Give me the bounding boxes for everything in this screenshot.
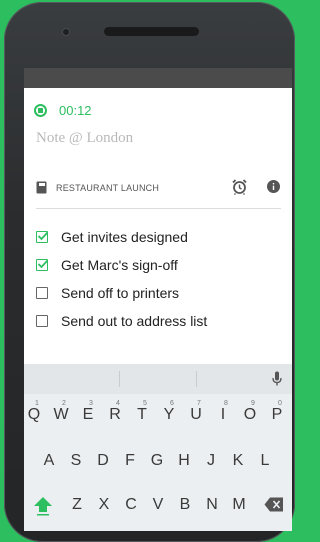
list-item[interactable]: Get Marc's sign-off	[36, 254, 178, 276]
key-q[interactable]: Q1	[24, 400, 46, 424]
backspace-icon[interactable]	[264, 497, 284, 512]
key-x[interactable]: X	[92, 496, 116, 514]
list-item-label: Send out to address list	[61, 313, 208, 329]
key-c[interactable]: C	[119, 496, 143, 514]
notebook-row[interactable]: RESTAURANT LAUNCH	[36, 179, 282, 199]
key-d[interactable]: D	[91, 452, 115, 470]
key-k[interactable]: K	[226, 452, 250, 470]
key-f[interactable]: F	[118, 452, 142, 470]
key-y[interactable]: Y6	[157, 400, 181, 424]
key-j[interactable]: J	[199, 452, 223, 470]
key-e[interactable]: E3	[76, 400, 100, 424]
divider	[36, 208, 281, 209]
keyboard-row-2: A S D F G H J K L	[24, 448, 292, 478]
key-p[interactable]: P0	[265, 400, 289, 424]
key-n[interactable]: N	[200, 496, 224, 514]
info-icon[interactable]	[267, 180, 280, 193]
list-item[interactable]: Send off to printers	[36, 282, 179, 304]
stop-icon[interactable]	[34, 103, 47, 117]
list-item-label: Send off to printers	[61, 285, 180, 301]
earpiece-speaker	[104, 27, 199, 36]
key-g[interactable]: G	[145, 452, 169, 470]
shift-icon[interactable]	[32, 496, 54, 516]
suggestion-bar[interactable]	[24, 364, 292, 394]
alarm-icon[interactable]	[232, 179, 247, 195]
list-item[interactable]: Get invites designed	[36, 226, 188, 248]
timer-row: 00:12	[34, 101, 92, 119]
suggestion-divider	[196, 371, 197, 387]
key-u[interactable]: U7	[184, 400, 208, 424]
key-a[interactable]: A	[37, 452, 61, 470]
keyboard-row-3: Z X C V B N M	[24, 492, 292, 522]
notebook-name: RESTAURANT LAUNCH	[56, 183, 160, 193]
keyboard: Q1 W2 E3 R4 T5 Y6 U7 I8 O9 P0 A S D F G …	[24, 364, 292, 531]
keyboard-row-1: Q1 W2 E3 R4 T5 Y6 U7 I8 O9 P0	[24, 400, 292, 432]
key-l[interactable]: L	[253, 452, 277, 470]
key-m[interactable]: M	[227, 496, 251, 514]
key-s[interactable]: S	[64, 452, 88, 470]
key-r[interactable]: R4	[103, 400, 127, 424]
key-w[interactable]: W2	[49, 400, 73, 424]
list-item[interactable]: Send out to address list	[36, 310, 207, 332]
key-i[interactable]: I8	[211, 400, 235, 424]
phone-frame: 00:12 Note @ London RESTAURANT LAUNCH Ge…	[4, 2, 295, 542]
notebook-icon	[36, 181, 47, 194]
checkbox-checked-icon[interactable]	[36, 231, 49, 243]
screen: 00:12 Note @ London RESTAURANT LAUNCH Ge…	[24, 68, 292, 531]
status-bar	[24, 68, 292, 88]
suggestion-divider	[119, 371, 120, 387]
list-item-label: Get Marc's sign-off	[61, 257, 178, 273]
key-o[interactable]: O9	[238, 400, 262, 424]
checkbox-icon[interactable]	[36, 315, 48, 327]
timer-text: 00:12	[59, 102, 92, 118]
key-h[interactable]: H	[172, 452, 196, 470]
checkbox-icon[interactable]	[36, 287, 48, 299]
key-v[interactable]: V	[146, 496, 170, 514]
list-item-label: Get invites designed	[61, 229, 188, 245]
front-camera	[62, 28, 70, 36]
mic-icon[interactable]	[272, 371, 282, 387]
note-title-input[interactable]: Note @ London	[36, 130, 133, 147]
key-b[interactable]: B	[173, 496, 197, 514]
key-z[interactable]: Z	[65, 496, 89, 514]
key-t[interactable]: T5	[130, 400, 154, 424]
checkbox-checked-icon[interactable]	[36, 259, 49, 271]
